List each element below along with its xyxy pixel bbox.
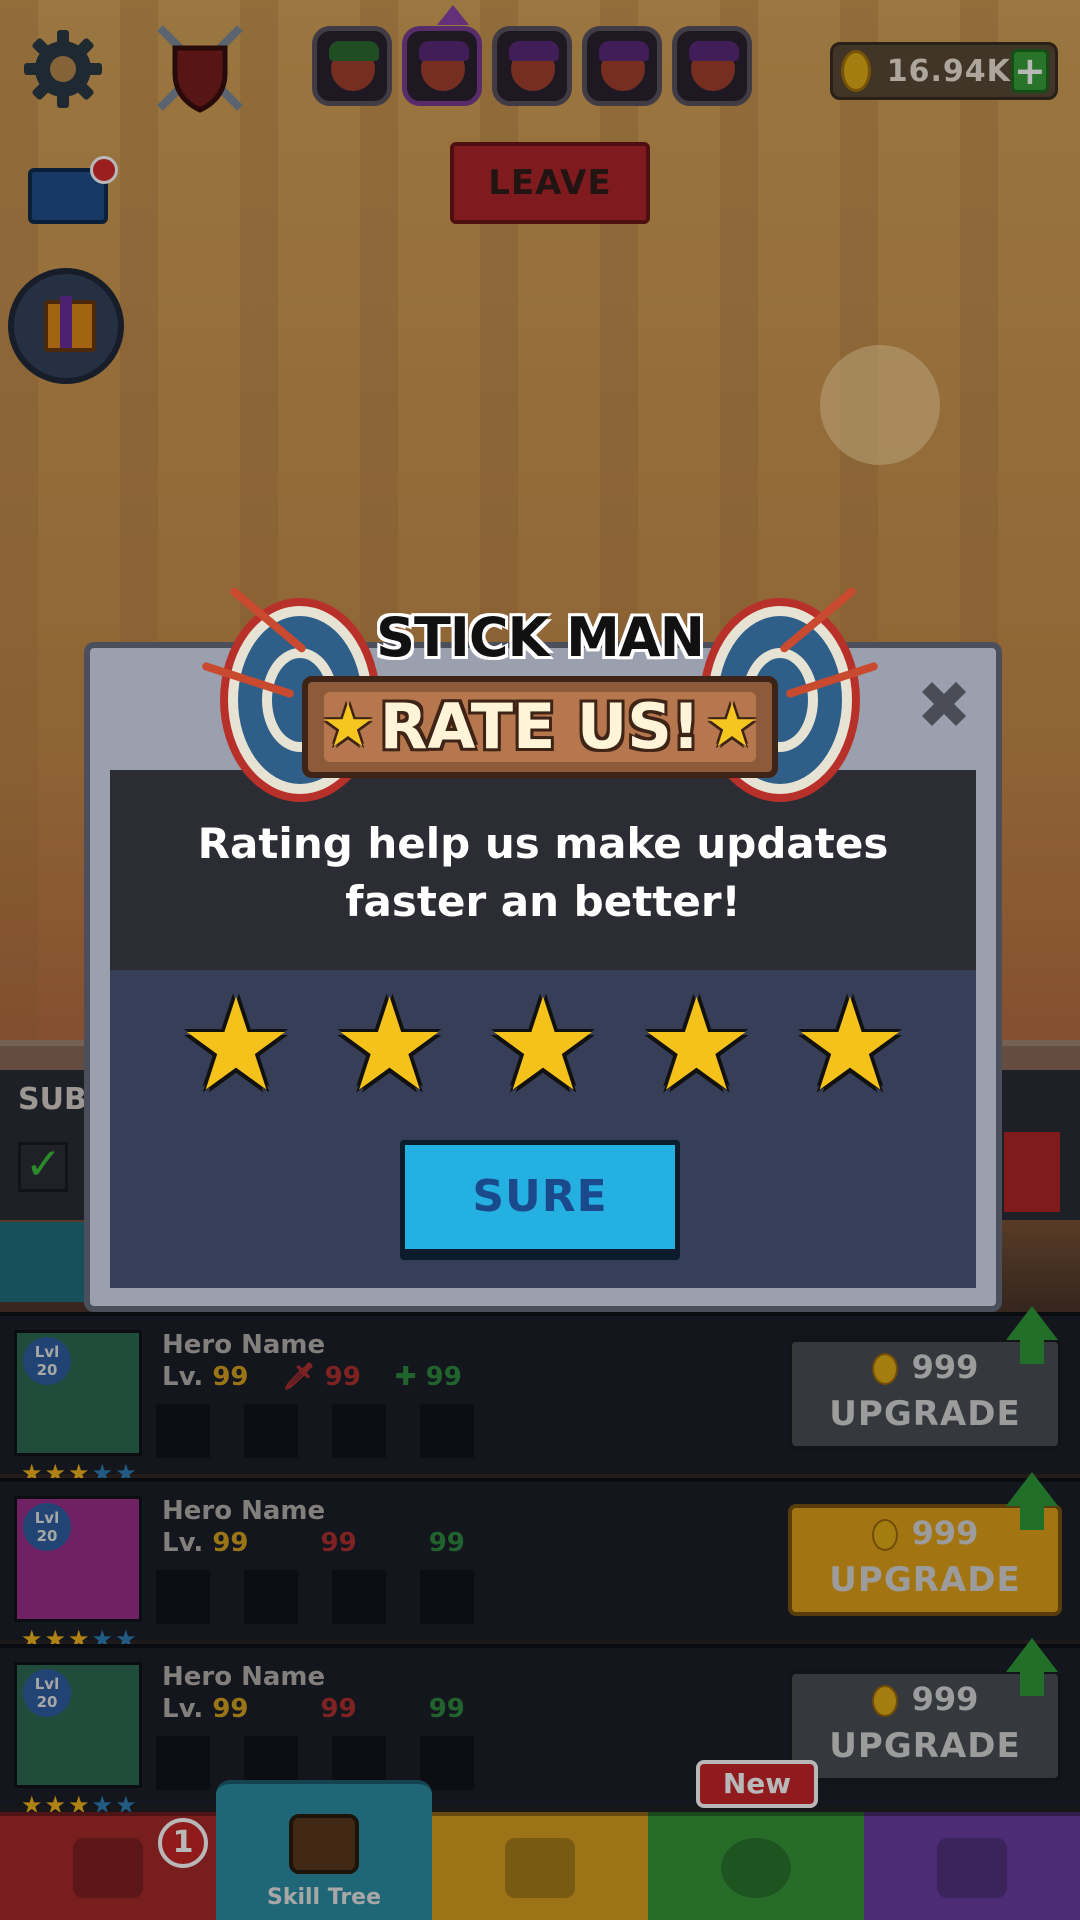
rating-star-1[interactable]: ★ (170, 980, 302, 1112)
star-icon: ★ (705, 691, 759, 761)
rating-star-4[interactable]: ★ (631, 980, 763, 1112)
dialog-message-line-1: Rating help us make updates (197, 819, 889, 868)
rating-star-3[interactable]: ★ (477, 980, 609, 1112)
rating-stars: ★ ★ ★ ★ ★ (170, 980, 916, 1112)
close-icon[interactable]: ✖ (912, 673, 976, 739)
star-icon: ★ (321, 691, 375, 761)
rating-star-5[interactable]: ★ (784, 980, 916, 1112)
rate-us-banner: STICK MAN RATE US! ★ ★ (180, 586, 900, 796)
rating-star-2[interactable]: ★ (324, 980, 456, 1112)
sure-button[interactable]: SURE (400, 1140, 680, 1254)
dialog-message: Rating help us make updates faster an be… (110, 815, 976, 931)
dialog-message-line-2: faster an better! (345, 877, 741, 926)
game-logo: STICK MAN (376, 606, 705, 669)
